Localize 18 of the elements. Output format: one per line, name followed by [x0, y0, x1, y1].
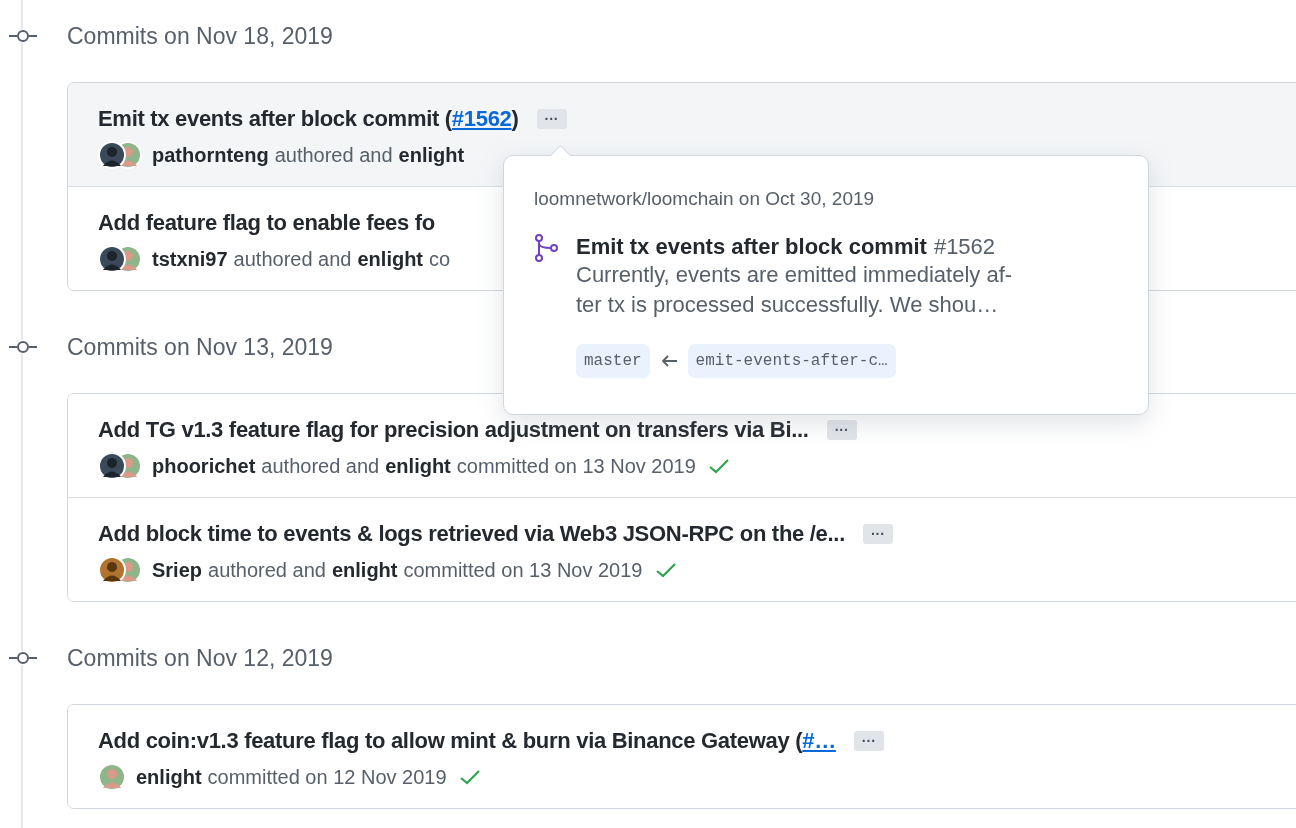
commit-meta-text: co [429, 247, 451, 271]
date-heading: Commits on Nov 13, 2019 [67, 333, 333, 361]
base-branch: master [576, 344, 650, 378]
date-heading: Commits on Nov 18, 2019 [67, 22, 333, 50]
repo-date-text: loomnetwork/loomchain on Oct 30, 2019 [534, 188, 876, 210]
pr-description: Currently, events are emitted immediately af- [576, 261, 1013, 289]
pr-number: #1562 [933, 234, 996, 260]
commit-meta-text: committed on 12 Nov 2019 [207, 765, 447, 789]
pr-description: ter tx is processed successfully. We shou… [576, 291, 1000, 319]
commit-meta-text: committed on 13 Nov 2019 [403, 558, 643, 582]
head-branch: emit-events-after-c… [687, 344, 896, 378]
commit-meta-text: authored and [233, 247, 352, 271]
commit-meta-text: authored and [261, 454, 380, 478]
commit-meta-text: authored and [274, 143, 393, 167]
date-heading: Commits on Nov 12, 2019 [67, 644, 333, 672]
commit-meta-text: authored and [208, 558, 326, 582]
commit-meta-text: committed on 13 Nov 2019 [456, 454, 696, 478]
commit-title-end: ) [511, 106, 519, 132]
